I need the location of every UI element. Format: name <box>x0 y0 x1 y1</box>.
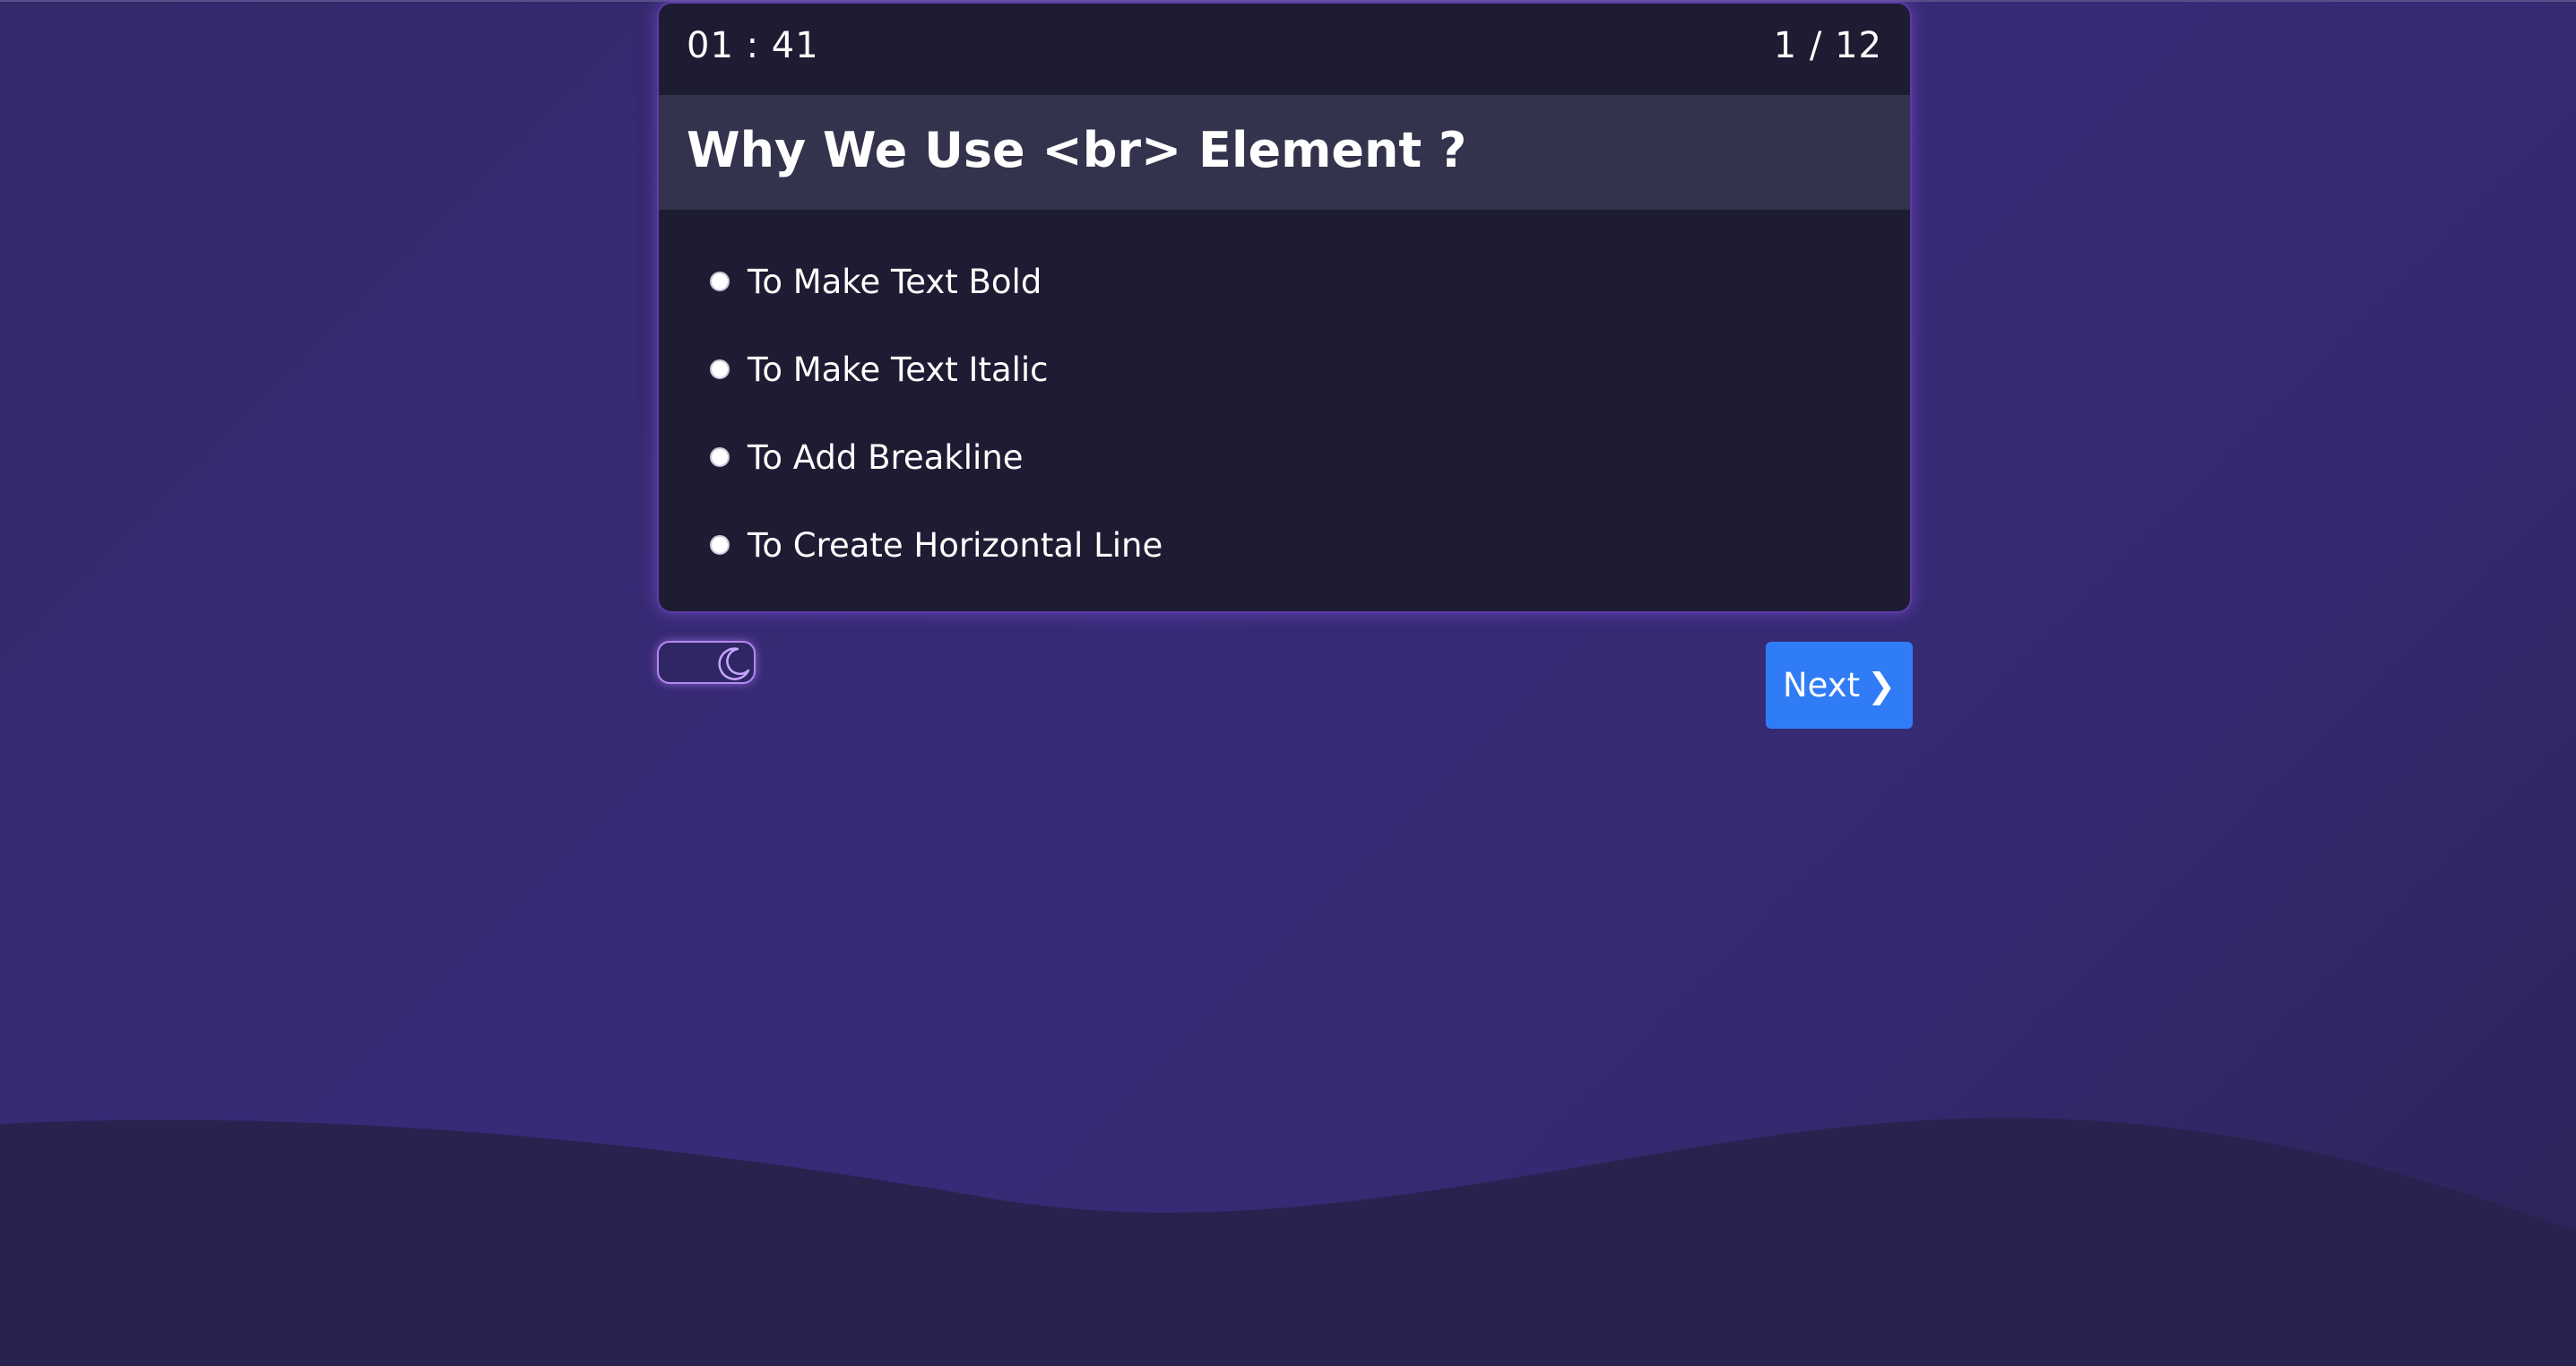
option-label: To Add Breakline <box>748 437 1024 477</box>
radio-button[interactable] <box>710 447 730 467</box>
chevron-right-icon: ❯ <box>1867 665 1897 705</box>
quiz-card: 01 : 41 1 / 12 Why We Use <br> Element ?… <box>657 2 1912 613</box>
option-label: To Make Text Italic <box>748 350 1049 389</box>
option-label: To Make Text Bold <box>748 262 1042 301</box>
option-4[interactable]: To Create Horizontal Line <box>710 518 1163 572</box>
next-button[interactable]: Next ❯ <box>1766 642 1913 729</box>
question-counter: 1 / 12 <box>1773 25 1882 66</box>
option-3[interactable]: To Add Breakline <box>710 430 1024 484</box>
radio-button[interactable] <box>710 535 730 555</box>
next-label: Next <box>1782 666 1861 705</box>
question-text: Why We Use <br> Element ? <box>687 122 1467 178</box>
quiz-header: 01 : 41 1 / 12 <box>659 4 1910 93</box>
option-2[interactable]: To Make Text Italic <box>710 342 1049 396</box>
option-label: To Create Horizontal Line <box>748 525 1163 565</box>
radio-button[interactable] <box>710 272 730 291</box>
moon-icon <box>718 647 750 680</box>
option-1[interactable]: To Make Text Bold <box>710 255 1042 308</box>
timer: 01 : 41 <box>687 25 819 66</box>
radio-button[interactable] <box>710 359 730 379</box>
theme-toggle[interactable] <box>657 641 756 684</box>
background-wave <box>0 1118 2576 1366</box>
question-bar: Why We Use <br> Element ? <box>659 95 1910 210</box>
